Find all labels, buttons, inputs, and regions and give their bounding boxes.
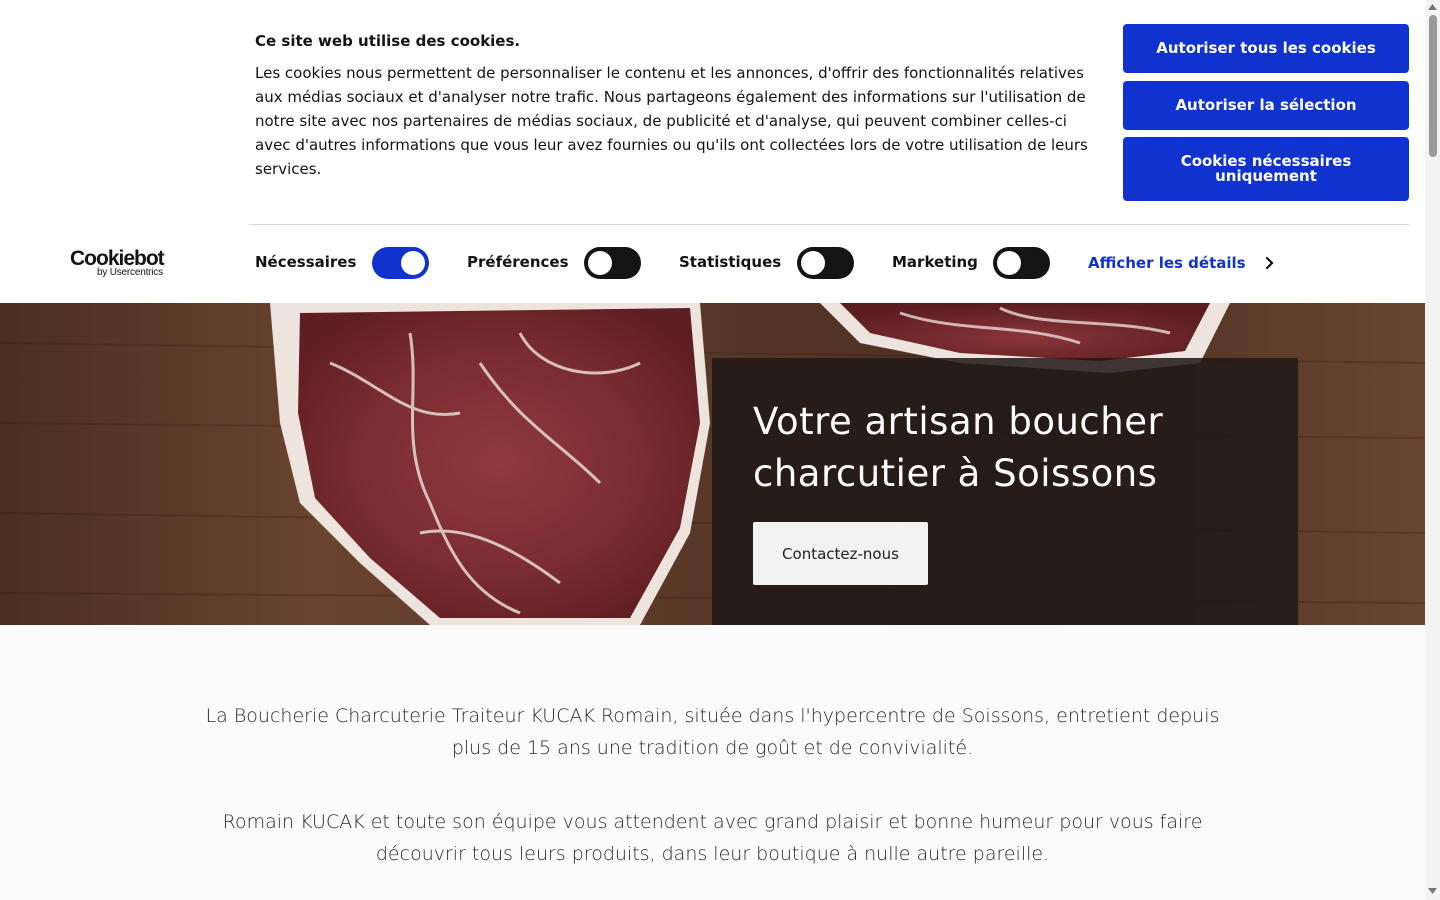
intro-paragraph-1: La Boucherie Charcuterie Traiteur KUCAK … <box>205 705 1220 759</box>
allow-selection-button[interactable]: Autoriser la sélection <box>1123 81 1409 130</box>
scrollbar-thumb[interactable] <box>1429 15 1437 157</box>
cookiebot-logo-subtext: by Usercentrics <box>97 267 163 278</box>
cookie-banner: Ce site web utilise des cookies. Les coo… <box>0 0 1425 303</box>
cookiebot-logo: Cookiebot by Usercentrics <box>70 248 174 280</box>
necessary-cookies-only-button[interactable]: Cookies nécessaires uniquement <box>1123 137 1409 201</box>
contact-button[interactable]: Contactez-nous <box>753 522 928 585</box>
toggle-preferences[interactable] <box>584 247 641 279</box>
scroll-up-arrow-icon[interactable] <box>1425 0 1440 14</box>
hero-title: Votre artisan boucher charcutier à Soiss… <box>753 400 1164 495</box>
show-details-link[interactable]: Afficher les détails <box>1088 254 1246 272</box>
chevron-right-icon[interactable] <box>1262 254 1278 272</box>
toggle-knob <box>997 251 1021 275</box>
cookie-banner-text: Les cookies nous permettent de personnal… <box>255 64 1088 178</box>
toggle-knob <box>401 251 425 275</box>
consent-label-necessary: Nécessaires <box>255 253 357 271</box>
consent-label-statistics: Statistiques <box>679 253 782 271</box>
toggle-statistics[interactable] <box>797 247 854 279</box>
toggle-marketing[interactable] <box>993 247 1050 279</box>
cookie-banner-title: Ce site web utilise des cookies. <box>255 32 521 50</box>
cookie-banner-divider <box>249 224 1409 225</box>
consent-label-marketing: Marketing <box>892 253 978 271</box>
allow-all-cookies-button[interactable]: Autoriser tous les cookies <box>1123 24 1409 73</box>
scroll-down-arrow-icon[interactable] <box>1425 884 1440 898</box>
toggle-necessary[interactable] <box>372 247 429 279</box>
page-scrollbar[interactable] <box>1425 0 1440 900</box>
consent-label-preferences: Préférences <box>467 253 569 271</box>
intro-paragraph-2: Romain KUCAK et toute son équipe vous at… <box>222 811 1203 865</box>
toggle-knob <box>588 251 612 275</box>
toggle-knob <box>801 251 825 275</box>
